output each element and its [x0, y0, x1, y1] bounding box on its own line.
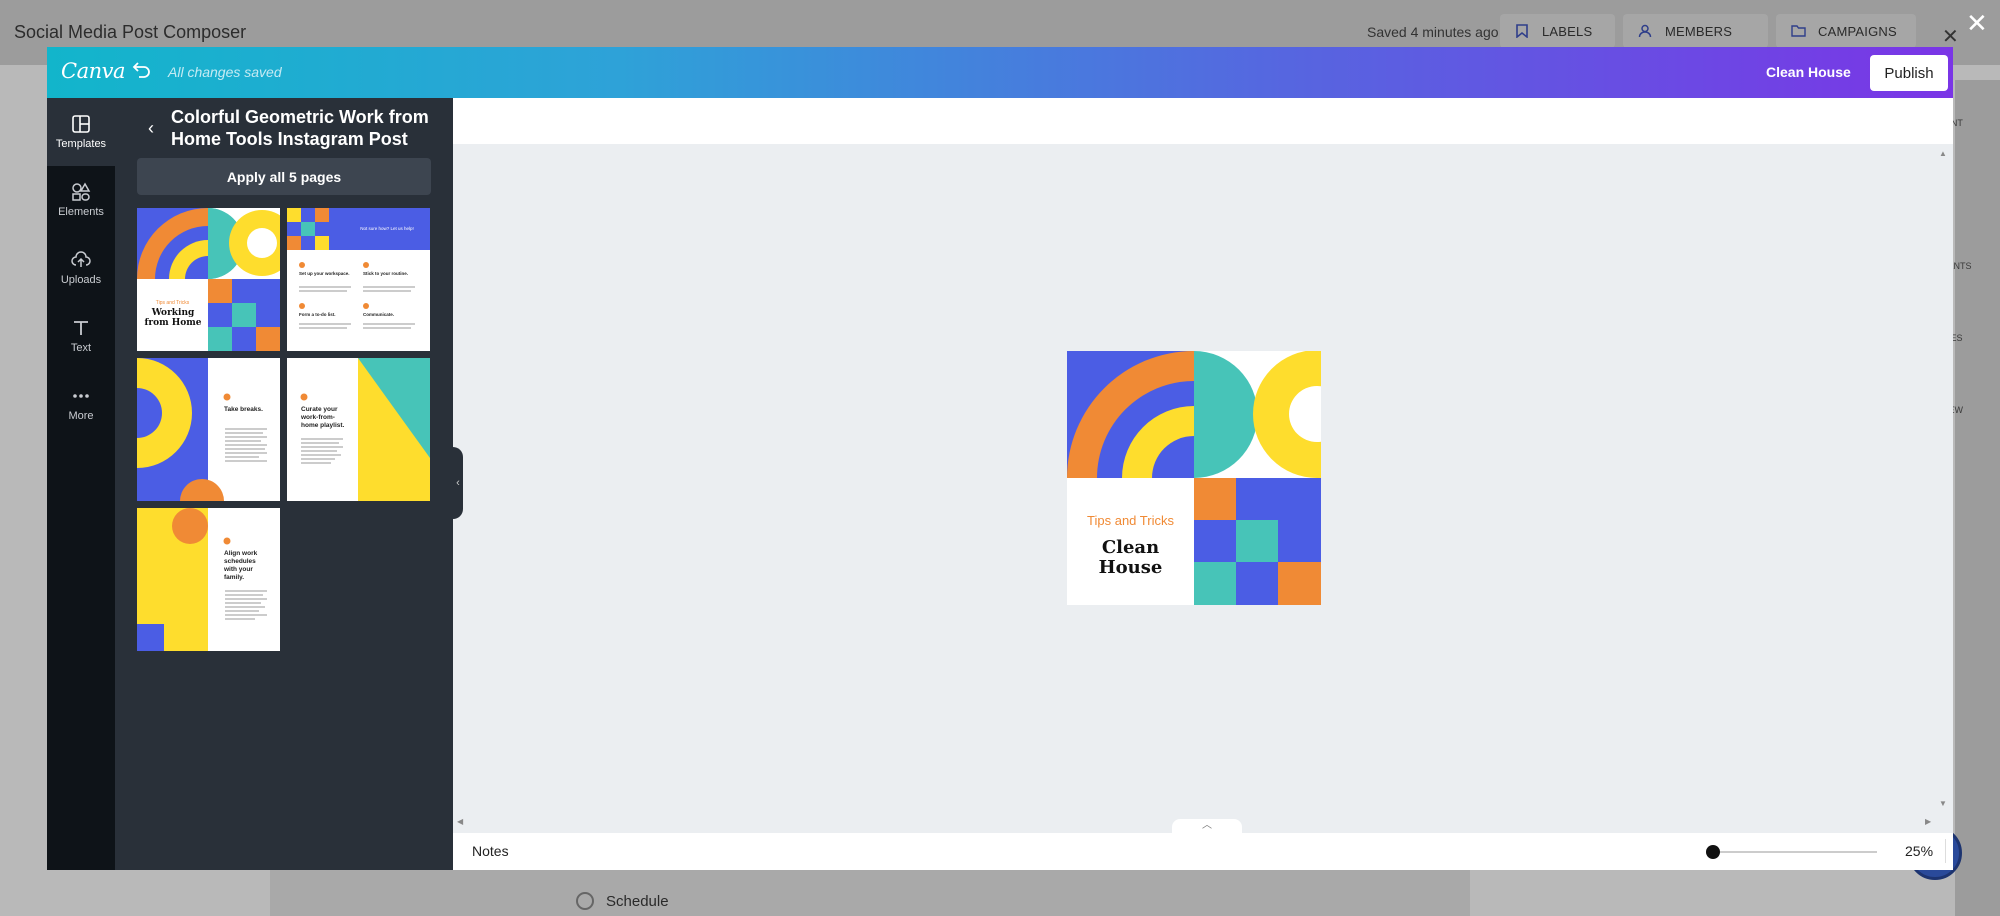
- background-close-icon[interactable]: ✕: [1942, 24, 1959, 49]
- rail-elements[interactable]: Elements: [47, 166, 115, 234]
- template-title: Colorful Geometric Work from Home Tools …: [171, 107, 429, 149]
- close-modal-icon[interactable]: ✕: [1966, 8, 1988, 39]
- thumb-item-text: Communicate.: [363, 312, 395, 317]
- publish-button[interactable]: Publish: [1870, 55, 1948, 91]
- radio-icon[interactable]: [576, 892, 594, 910]
- rail-label: Elements: [58, 206, 104, 218]
- rail-label: Uploads: [60, 274, 102, 286]
- thumb-item-text: Set up your workspace.: [299, 271, 350, 276]
- members-button-label: MEMBERS: [1665, 23, 1733, 39]
- members-button[interactable]: MEMBERS: [1623, 14, 1768, 48]
- scroll-right-icon[interactable]: ▶: [1925, 817, 1931, 826]
- templates-panel: ‹ Colorful Geometric Work from Home Tool…: [115, 98, 453, 870]
- thumb-graphic: [137, 208, 280, 351]
- folder-icon: [1790, 23, 1806, 39]
- divider: [1945, 839, 1946, 863]
- undo-icon[interactable]: [132, 60, 152, 84]
- rail-more[interactable]: More: [47, 370, 115, 438]
- thumb-heading: Curate your work-from-home playlist.: [301, 406, 345, 429]
- rail-label: More: [68, 410, 94, 422]
- thumb-big-text: Working from Home: [144, 308, 202, 328]
- design-canvas[interactable]: Tips and Tricks Clean House: [1067, 351, 1321, 605]
- zoom-slider-track[interactable]: [1717, 851, 1877, 853]
- user-icon: [1637, 23, 1653, 39]
- template-page-thumb[interactable]: Take breaks.: [137, 358, 280, 501]
- thumb-item-text: Form a to-do list.: [299, 312, 336, 317]
- thumb-graphic: [137, 358, 267, 501]
- labels-button-label: LABELS: [1542, 23, 1593, 39]
- save-status: All changes saved: [168, 64, 282, 80]
- rail-label: Templates: [55, 138, 107, 150]
- template-page-thumb[interactable]: Align work schedules with your family.: [137, 508, 280, 651]
- design-title-line1[interactable]: Clean: [1067, 537, 1194, 558]
- template-page-thumb[interactable]: Not sure how? Let us help! Set up your w…: [287, 208, 430, 351]
- schedule-option-label: Schedule: [606, 892, 669, 910]
- design-title-line2[interactable]: House: [1067, 557, 1194, 578]
- collapse-panel-chevron-icon[interactable]: ‹: [453, 447, 463, 519]
- back-chevron-icon[interactable]: ‹: [148, 118, 154, 139]
- campaigns-button-label: CAMPAIGNS: [1818, 23, 1897, 39]
- text-icon: [74, 321, 88, 335]
- thumb-heading: Take breaks.: [224, 406, 263, 413]
- thumb-heading: Align work schedules with your family.: [224, 550, 258, 581]
- canva-logo: Canva: [61, 59, 126, 83]
- template-page-thumb[interactable]: Tips and Tricks Working from Home: [137, 208, 280, 351]
- canva-editor: Canva All changes saved Clean House Publ…: [47, 47, 1953, 870]
- rail-text[interactable]: Text: [47, 302, 115, 370]
- saved-status: Saved 4 minutes ago: [1367, 24, 1499, 40]
- template-page-thumb[interactable]: Curate your work-from-home playlist.: [287, 358, 430, 501]
- templates-icon: [72, 115, 90, 133]
- rail-uploads[interactable]: Uploads: [47, 234, 115, 302]
- scroll-down-icon[interactable]: ▼: [1939, 799, 1947, 808]
- apply-all-pages-button[interactable]: Apply all 5 pages: [137, 158, 431, 195]
- more-icon: [73, 394, 89, 398]
- scroll-up-icon[interactable]: ▲: [1939, 149, 1947, 158]
- elements-icon: [72, 182, 91, 201]
- editor-bottombar: Notes 25% ?: [453, 833, 1953, 870]
- left-rail: Templates Elements Uploads Text More: [47, 98, 115, 870]
- scroll-left-icon[interactable]: ◀: [457, 817, 463, 826]
- design-subtitle[interactable]: Tips and Tricks: [1067, 513, 1194, 528]
- thumb-banner-text: Not sure how? Let us help!: [360, 226, 414, 231]
- expand-pages-chevron-icon[interactable]: ︿: [1172, 819, 1242, 833]
- zoom-slider-handle[interactable]: [1706, 845, 1720, 859]
- zoom-level[interactable]: 25%: [1905, 843, 1933, 859]
- canvas-toolbar: [453, 98, 1953, 144]
- schedule-option[interactable]: Schedule: [576, 892, 669, 910]
- labels-button[interactable]: LABELS: [1500, 14, 1615, 48]
- background-right-panel: [1955, 80, 2000, 916]
- app-title: Social Media Post Composer: [14, 22, 247, 42]
- thumb-small-text: Tips and Tricks: [155, 300, 190, 306]
- uploads-icon: [71, 251, 91, 267]
- document-name[interactable]: Clean House: [1766, 64, 1851, 80]
- campaigns-button[interactable]: CAMPAIGNS: [1776, 14, 1916, 48]
- rail-templates[interactable]: Templates: [47, 98, 115, 166]
- editor-topbar: Canva All changes saved Clean House Publ…: [47, 47, 1953, 98]
- rail-label: Text: [70, 342, 92, 354]
- bookmark-icon: [1514, 23, 1530, 39]
- notes-button[interactable]: Notes: [472, 843, 509, 859]
- thumb-item-text: Stick to your routine.: [363, 271, 409, 276]
